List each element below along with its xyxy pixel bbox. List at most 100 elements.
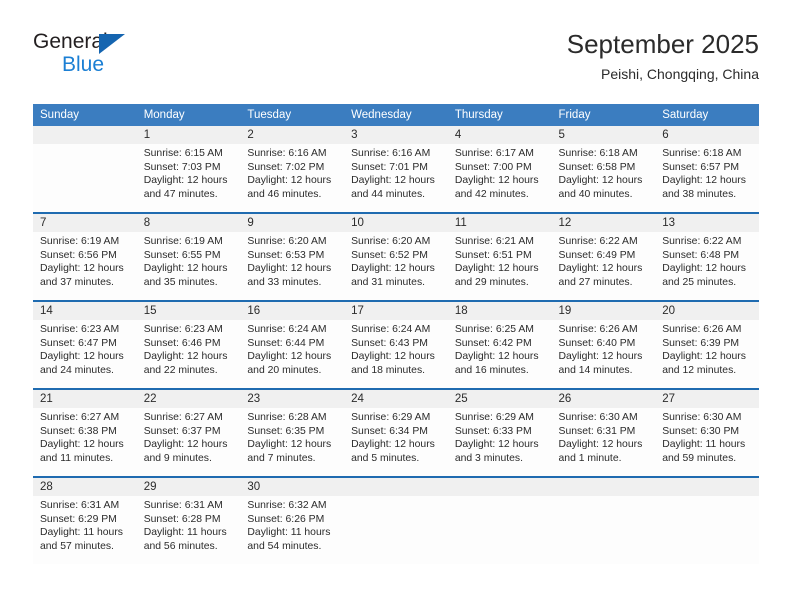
day-number: 28 xyxy=(40,481,53,493)
day-cell-body: Sunrise: 6:28 AM Sunset: 6:35 PM Daylight:… xyxy=(240,408,344,465)
day-number-cell[interactable]: 21 xyxy=(33,388,137,408)
sunset-text: Sunset: 6:51 PM xyxy=(454,249,532,261)
calendar-body: 1 2 3 4 5 6 Sunrise: 6:15 AM Sunset: 7:03 PM Day… xyxy=(33,126,759,564)
day-cell[interactable]: Sunrise: 6:18 AM Sunset: 6:57 PM Daylight:… xyxy=(655,144,759,213)
day-cell-empty xyxy=(551,496,656,564)
sunset-text: Sunset: 6:57 PM xyxy=(662,161,740,173)
sunset-text: Sunset: 7:01 PM xyxy=(351,161,428,173)
day-number-cell[interactable]: 25 xyxy=(447,388,552,408)
daylight-text: Daylight: 12 hours xyxy=(143,351,228,363)
day-number-cell[interactable]: 23 xyxy=(240,388,345,408)
day-cell[interactable]: Sunrise: 6:27 AM Sunset: 6:37 PM Daylight:… xyxy=(136,408,241,477)
day-number-cell[interactable]: 4 xyxy=(447,126,552,144)
day-cell[interactable]: Sunrise: 6:32 AM Sunset: 6:26 PM Daylight:… xyxy=(240,496,345,564)
day-number-cell[interactable]: 20 xyxy=(655,300,759,320)
day-cell-body: Sunrise: 6:24 AM Sunset: 6:44 PM Daylight:… xyxy=(240,320,344,377)
day-cell[interactable]: Sunrise: 6:18 AM Sunset: 6:58 PM Daylight:… xyxy=(551,144,656,213)
day-number-cell[interactable]: 26 xyxy=(551,388,656,408)
day-number-cell[interactable]: 30 xyxy=(240,476,345,496)
day-number-cell[interactable]: 29 xyxy=(136,476,241,496)
sunrise-text: Sunrise: 6:22 AM xyxy=(662,236,742,247)
day-cell[interactable]: Sunrise: 6:23 AM Sunset: 6:46 PM Daylight:… xyxy=(136,320,241,389)
daylight-text-cont: and 9 minutes. xyxy=(143,452,212,464)
day-cell[interactable]: Sunrise: 6:28 AM Sunset: 6:35 PM Daylight:… xyxy=(240,408,345,477)
day-cell[interactable]: Sunrise: 6:22 AM Sunset: 6:49 PM Daylight:… xyxy=(551,232,656,301)
daylight-text: Daylight: 12 hours xyxy=(40,351,124,363)
day-cell[interactable]: Sunrise: 6:26 AM Sunset: 6:40 PM Daylight:… xyxy=(551,320,656,389)
daylight-text-cont: and 7 minutes. xyxy=(247,452,316,464)
day-cell[interactable]: Sunrise: 6:31 AM Sunset: 6:28 PM Daylight:… xyxy=(136,496,241,564)
day-cell-empty xyxy=(33,144,137,213)
day-cell[interactable]: Sunrise: 6:23 AM Sunset: 6:47 PM Daylight:… xyxy=(33,320,137,389)
day-cell-body: Sunrise: 6:16 AM Sunset: 7:02 PM Daylight:… xyxy=(240,144,344,201)
day-cell[interactable]: Sunrise: 6:17 AM Sunset: 7:00 PM Daylight:… xyxy=(447,144,552,213)
daylight-text: Daylight: 12 hours xyxy=(454,263,539,275)
day-cell[interactable]: Sunrise: 6:30 AM Sunset: 6:30 PM Daylight:… xyxy=(655,408,759,477)
daylight-text-cont: and 27 minutes. xyxy=(558,276,633,288)
day-cell[interactable]: Sunrise: 6:27 AM Sunset: 6:38 PM Daylight:… xyxy=(33,408,137,477)
day-number: 27 xyxy=(662,393,676,405)
day-number-cell[interactable]: 16 xyxy=(240,300,345,320)
day-number-cell-empty xyxy=(33,126,137,144)
daylight-text: Daylight: 11 hours xyxy=(662,439,746,451)
day-cell[interactable]: Sunrise: 6:26 AM Sunset: 6:39 PM Daylight:… xyxy=(655,320,759,389)
day-cell[interactable]: Sunrise: 6:29 AM Sunset: 6:34 PM Daylight:… xyxy=(344,408,448,477)
day-number-cell[interactable]: 14 xyxy=(33,300,137,320)
day-number-cell[interactable]: 19 xyxy=(551,300,656,320)
day-number: 26 xyxy=(558,393,572,405)
day-number-cell[interactable]: 15 xyxy=(136,300,241,320)
day-number-cell[interactable]: 17 xyxy=(344,300,448,320)
day-cell[interactable]: Sunrise: 6:24 AM Sunset: 6:44 PM Daylight:… xyxy=(240,320,345,389)
day-cell-empty xyxy=(447,496,552,564)
day-cell[interactable]: Sunrise: 6:16 AM Sunset: 7:01 PM Daylight:… xyxy=(344,144,448,213)
day-number-cell[interactable]: 11 xyxy=(447,212,552,232)
day-cell[interactable]: Sunrise: 6:29 AM Sunset: 6:33 PM Daylight:… xyxy=(447,408,552,477)
brand-logo[interactable]: General Blue xyxy=(33,28,153,84)
sunset-text: Sunset: 6:53 PM xyxy=(247,249,325,261)
day-cell[interactable]: Sunrise: 6:19 AM Sunset: 6:55 PM Daylight:… xyxy=(136,232,241,301)
daylight-text-cont: and 47 minutes. xyxy=(143,188,218,200)
day-cell[interactable]: Sunrise: 6:25 AM Sunset: 6:42 PM Daylight:… xyxy=(447,320,552,389)
day-cell[interactable]: Sunrise: 6:19 AM Sunset: 6:56 PM Daylight:… xyxy=(33,232,137,301)
week-daynumber-row: 7 8 9 10 11 12 13 xyxy=(33,212,759,232)
day-number-cell[interactable]: 24 xyxy=(344,388,448,408)
sunrise-text: Sunrise: 6:21 AM xyxy=(454,236,534,247)
day-number-cell[interactable]: 22 xyxy=(136,388,241,408)
day-number-cell[interactable]: 27 xyxy=(655,388,759,408)
day-cell-body: Sunrise: 6:30 AM Sunset: 6:30 PM Daylight:… xyxy=(655,408,759,465)
day-number-cell[interactable]: 5 xyxy=(551,126,656,144)
day-number-cell[interactable]: 10 xyxy=(344,212,448,232)
day-number-cell[interactable]: 28 xyxy=(33,476,137,496)
day-number-cell[interactable]: 13 xyxy=(655,212,759,232)
sunrise-text: Sunrise: 6:30 AM xyxy=(662,412,742,423)
daylight-text: Daylight: 12 hours xyxy=(558,263,643,275)
day-cell[interactable]: Sunrise: 6:15 AM Sunset: 7:03 PM Daylight:… xyxy=(136,144,241,213)
sunset-text: Sunset: 6:58 PM xyxy=(558,161,636,173)
sunrise-text: Sunrise: 6:26 AM xyxy=(662,324,742,335)
day-cell[interactable]: Sunrise: 6:20 AM Sunset: 6:53 PM Daylight:… xyxy=(240,232,345,301)
day-number-cell[interactable]: 12 xyxy=(551,212,656,232)
day-cell[interactable]: Sunrise: 6:20 AM Sunset: 6:52 PM Daylight:… xyxy=(344,232,448,301)
day-number-cell[interactable]: 1 xyxy=(136,126,241,144)
day-number-cell[interactable]: 9 xyxy=(240,212,345,232)
day-cell[interactable]: Sunrise: 6:31 AM Sunset: 6:29 PM Daylight:… xyxy=(33,496,137,564)
day-cell[interactable]: Sunrise: 6:24 AM Sunset: 6:43 PM Daylight:… xyxy=(344,320,448,389)
day-cell[interactable]: Sunrise: 6:16 AM Sunset: 7:02 PM Daylight:… xyxy=(240,144,345,213)
day-number-cell[interactable]: 6 xyxy=(655,126,759,144)
day-number: 22 xyxy=(143,393,157,405)
daylight-text-cont: and 24 minutes. xyxy=(40,364,114,376)
day-number-cell[interactable]: 3 xyxy=(344,126,448,144)
day-number-cell[interactable]: 8 xyxy=(136,212,241,232)
daylight-text-cont: and 14 minutes. xyxy=(558,364,633,376)
sunrise-text: Sunrise: 6:23 AM xyxy=(40,324,120,335)
day-number-cell[interactable]: 7 xyxy=(33,212,137,232)
day-number: 3 xyxy=(351,129,358,141)
daylight-text-cont: and 22 minutes. xyxy=(143,364,218,376)
daylight-text-cont: and 40 minutes. xyxy=(558,188,633,200)
day-cell[interactable]: Sunrise: 6:21 AM Sunset: 6:51 PM Daylight:… xyxy=(447,232,552,301)
daylight-text-cont: and 1 minute. xyxy=(558,452,622,464)
day-number-cell[interactable]: 18 xyxy=(447,300,552,320)
day-cell[interactable]: Sunrise: 6:22 AM Sunset: 6:48 PM Daylight:… xyxy=(655,232,759,301)
day-cell[interactable]: Sunrise: 6:30 AM Sunset: 6:31 PM Daylight:… xyxy=(551,408,656,477)
day-number-cell[interactable]: 2 xyxy=(240,126,345,144)
